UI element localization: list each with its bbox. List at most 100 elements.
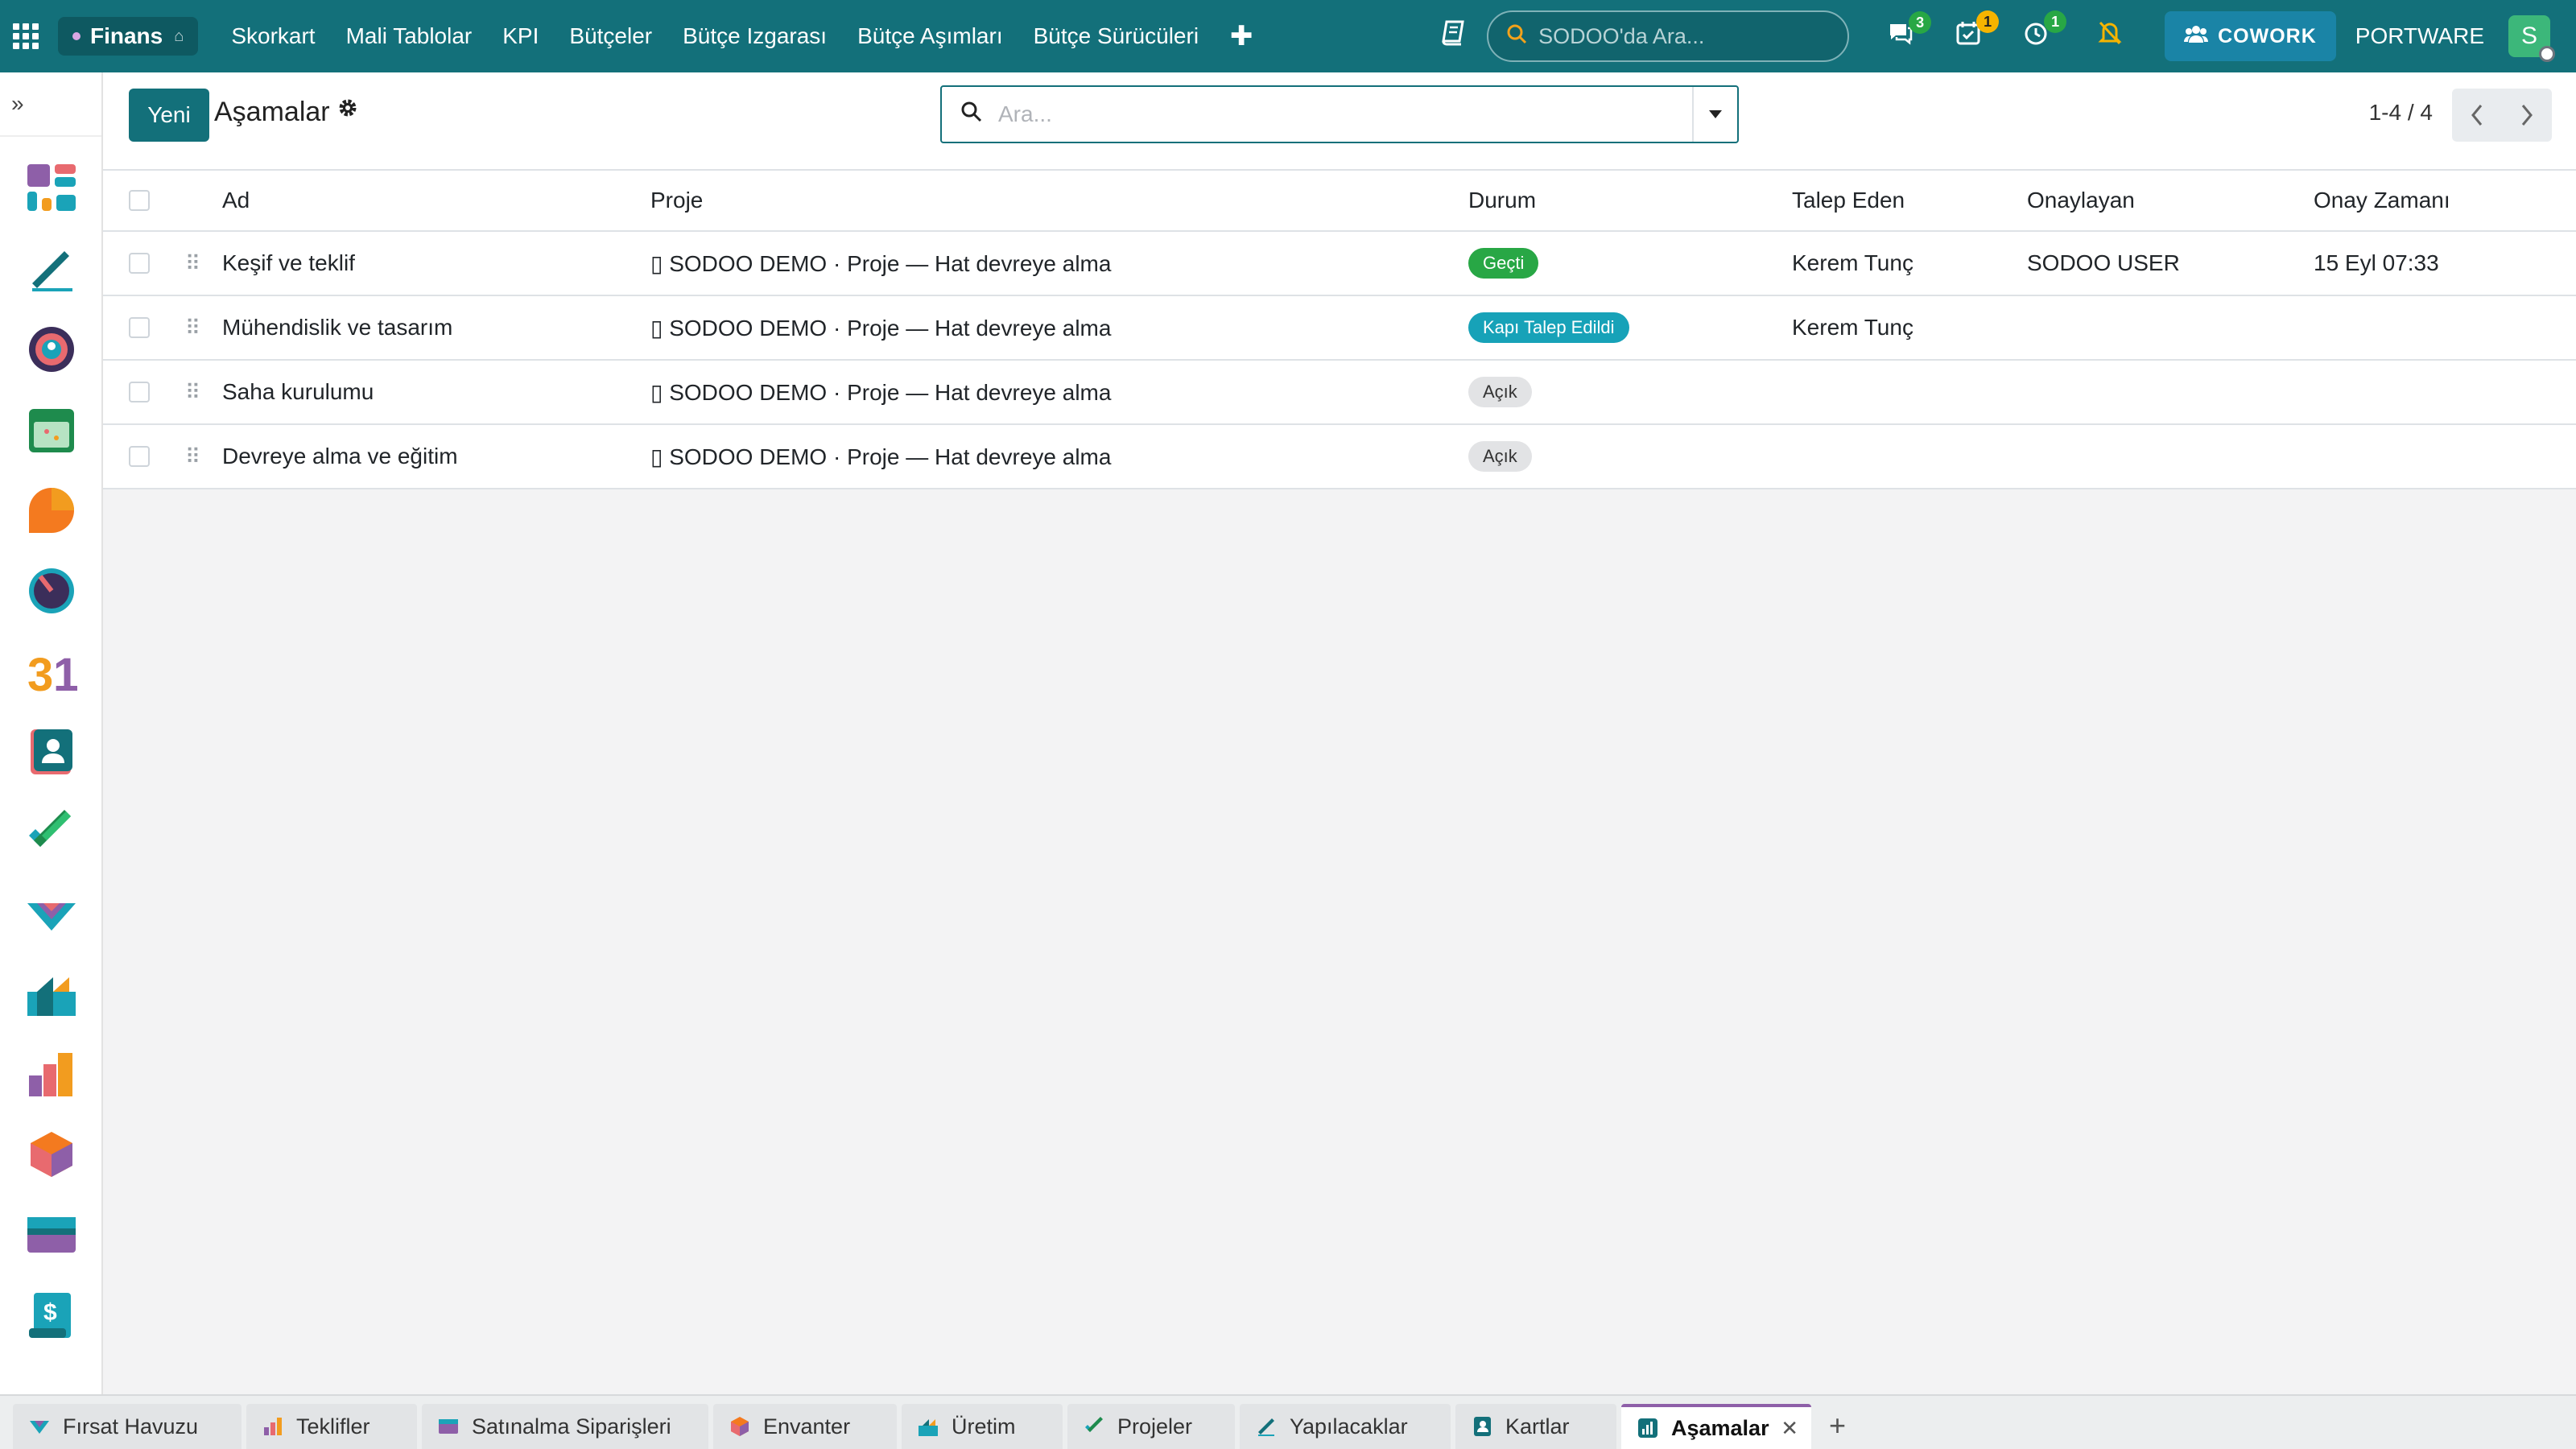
- timer-icon[interactable]: 1: [2020, 10, 2067, 53]
- app-dot-icon: [72, 32, 80, 40]
- tab-label: Yapılacaklar: [1290, 1414, 1408, 1439]
- tab-projeler[interactable]: Projeler: [1067, 1404, 1235, 1449]
- global-search-input[interactable]: SODOO'da Ara...: [1487, 10, 1850, 62]
- table-row[interactable]: ⠿ Keşif ve teklif ▯ SODOO DEMO · Proje —…: [103, 232, 2576, 296]
- column-header-name[interactable]: Ad: [222, 171, 250, 230]
- manufacturing-app-icon[interactable]: [26, 968, 77, 1019]
- table-row[interactable]: ⠿ Saha kurulumu ▯ SODOO DEMO · Proje — H…: [103, 361, 2576, 425]
- page-title: Aşamalar: [214, 97, 330, 127]
- table-header-row: Ad Proje Durum Talep Eden Onaylayan Onay…: [103, 171, 2576, 232]
- app-sidebar: » 31 $: [0, 72, 103, 1394]
- todo-pen-app-icon[interactable]: [26, 243, 77, 295]
- cell-requested-by: Kerem Tunç: [1792, 250, 1913, 275]
- add-menu-plus-icon[interactable]: ✚: [1230, 20, 1253, 52]
- purchase-card-app-icon[interactable]: [26, 1209, 77, 1261]
- add-tab-plus-icon[interactable]: +: [1829, 1409, 1846, 1443]
- apps-menu-icon[interactable]: [0, 0, 52, 72]
- tab-asamalar[interactable]: Aşamalar ✕: [1621, 1404, 1811, 1449]
- messages-icon[interactable]: 3: [1885, 10, 1932, 52]
- menu-kpi[interactable]: KPI: [502, 23, 539, 49]
- select-all-checkbox[interactable]: [129, 171, 150, 230]
- discuss-app-icon[interactable]: [26, 485, 77, 536]
- documentation-book-icon[interactable]: [1442, 20, 1466, 52]
- pager-next-button[interactable]: [2502, 89, 2552, 142]
- column-header-status[interactable]: Durum: [1468, 171, 1536, 230]
- search-input[interactable]: Ara...: [940, 85, 1739, 143]
- projects-check-icon: [1085, 1417, 1103, 1432]
- dashboard-app-icon[interactable]: [26, 163, 77, 214]
- row-checkbox[interactable]: [129, 232, 150, 295]
- row-checkbox[interactable]: [129, 425, 150, 488]
- new-button[interactable]: Yeni: [129, 89, 209, 142]
- current-app-badge[interactable]: Finans ⌂: [58, 17, 199, 56]
- tab-kartlar[interactable]: Kartlar: [1455, 1404, 1616, 1449]
- drag-handle-icon[interactable]: ⠿: [185, 296, 200, 359]
- column-header-approved-by[interactable]: Onaylayan: [2027, 171, 2135, 230]
- tab-firsat-havuzu[interactable]: Fırsat Havuzu: [13, 1404, 242, 1449]
- menu-butceler[interactable]: Bütçeler: [569, 23, 652, 49]
- tab-label: Satınalma Siparişleri: [472, 1414, 671, 1439]
- tab-uretim[interactable]: Üretim: [902, 1404, 1063, 1449]
- sidebar-expand-icon[interactable]: »: [0, 72, 101, 137]
- svg-text:3: 3: [27, 649, 53, 697]
- activities-count-badge: 1: [1976, 10, 2000, 33]
- table-row[interactable]: ⠿ Mühendislik ve tasarım ▯ SODOO DEMO · …: [103, 296, 2576, 361]
- search-placeholder: Ara...: [998, 101, 1052, 126]
- list-view-table: Ad Proje Durum Talep Eden Onaylayan Onay…: [103, 171, 2576, 489]
- menu-butce-suruculeri[interactable]: Bütçe Sürücüleri: [1034, 23, 1199, 49]
- menu-butce-asimlari[interactable]: Bütçe Aşımları: [857, 23, 1003, 49]
- tab-yapilacaklar[interactable]: Yapılacaklar: [1240, 1404, 1451, 1449]
- todo-pen-icon: [1258, 1418, 1274, 1436]
- sales-chart-app-icon[interactable]: [26, 1048, 77, 1100]
- menu-mali-tablolar[interactable]: Mali Tablolar: [346, 23, 473, 49]
- tab-label: Projeler: [1117, 1414, 1193, 1439]
- pager-value[interactable]: 1-4 / 4: [2369, 100, 2433, 126]
- inventory-cube-app-icon[interactable]: [26, 1129, 77, 1180]
- invoicing-app-icon[interactable]: $: [26, 1290, 77, 1341]
- manufacturing-icon: [919, 1419, 938, 1436]
- svg-text:$: $: [43, 1299, 57, 1326]
- cell-approved-by: SODOO USER: [2027, 250, 2180, 275]
- cell-project: ▯ SODOO DEMO · Proje — Hat devreye alma: [650, 379, 1112, 405]
- cell-name: Keşif ve teklif: [222, 250, 355, 275]
- column-header-approval-time[interactable]: Onay Zamanı: [2314, 171, 2450, 230]
- messages-count-badge: 3: [1909, 10, 1932, 34]
- contacts-app-icon[interactable]: [26, 726, 77, 778]
- calendar-31-app-icon[interactable]: 31: [26, 646, 77, 697]
- pager-previous-button[interactable]: [2452, 89, 2502, 142]
- tab-teklifler[interactable]: Teklifler: [246, 1404, 417, 1449]
- crm-handshake-icon: [30, 1421, 49, 1434]
- close-icon[interactable]: ✕: [1781, 1416, 1798, 1441]
- drag-handle-icon[interactable]: ⠿: [185, 232, 200, 295]
- status-badge: Geçti: [1468, 248, 1539, 279]
- column-header-requested-by[interactable]: Talep Eden: [1792, 171, 1905, 230]
- search-options-toggle-icon[interactable]: [1692, 87, 1737, 142]
- drag-handle-icon[interactable]: ⠿: [185, 361, 200, 423]
- tab-envanter[interactable]: Envanter: [713, 1404, 897, 1449]
- drag-handle-icon[interactable]: ⠿: [185, 425, 200, 488]
- projects-check-app-icon[interactable]: [26, 807, 77, 858]
- column-header-project[interactable]: Proje: [650, 171, 703, 230]
- tab-label: Kartlar: [1505, 1414, 1570, 1439]
- menu-skorkart[interactable]: Skorkart: [231, 23, 315, 49]
- speedometer-app-icon[interactable]: [26, 565, 77, 617]
- notifications-off-icon[interactable]: [2097, 19, 2123, 54]
- crm-handshake-app-icon[interactable]: [26, 887, 77, 939]
- cell-project: ▯ SODOO DEMO · Proje — Hat devreye alma: [650, 250, 1112, 276]
- activities-icon[interactable]: 1: [1952, 10, 2000, 53]
- menu-butce-izgarasi[interactable]: Bütçe Izgarası: [683, 23, 827, 49]
- row-checkbox[interactable]: [129, 361, 150, 423]
- table-row[interactable]: ⠿ Devreye alma ve eğitim ▯ SODOO DEMO · …: [103, 425, 2576, 489]
- bottom-tab-bar: Fırsat Havuzu Teklifler Satınalma Sipari…: [0, 1394, 2576, 1449]
- tab-satinalma-siparisleri[interactable]: Satınalma Siparişleri: [422, 1404, 708, 1449]
- company-switcher[interactable]: PORTWARE: [2355, 23, 2484, 49]
- cowork-button[interactable]: COWORK: [2165, 11, 2336, 61]
- user-avatar[interactable]: S: [2508, 15, 2555, 62]
- row-checkbox[interactable]: [129, 296, 150, 359]
- calendar-app-icon[interactable]: [26, 404, 77, 456]
- global-search-placeholder: SODOO'da Ara...: [1538, 23, 1705, 48]
- community-app-icon[interactable]: [26, 324, 77, 375]
- gear-icon[interactable]: [336, 97, 359, 126]
- users-icon: [2184, 23, 2209, 49]
- sales-chart-icon: [264, 1418, 282, 1435]
